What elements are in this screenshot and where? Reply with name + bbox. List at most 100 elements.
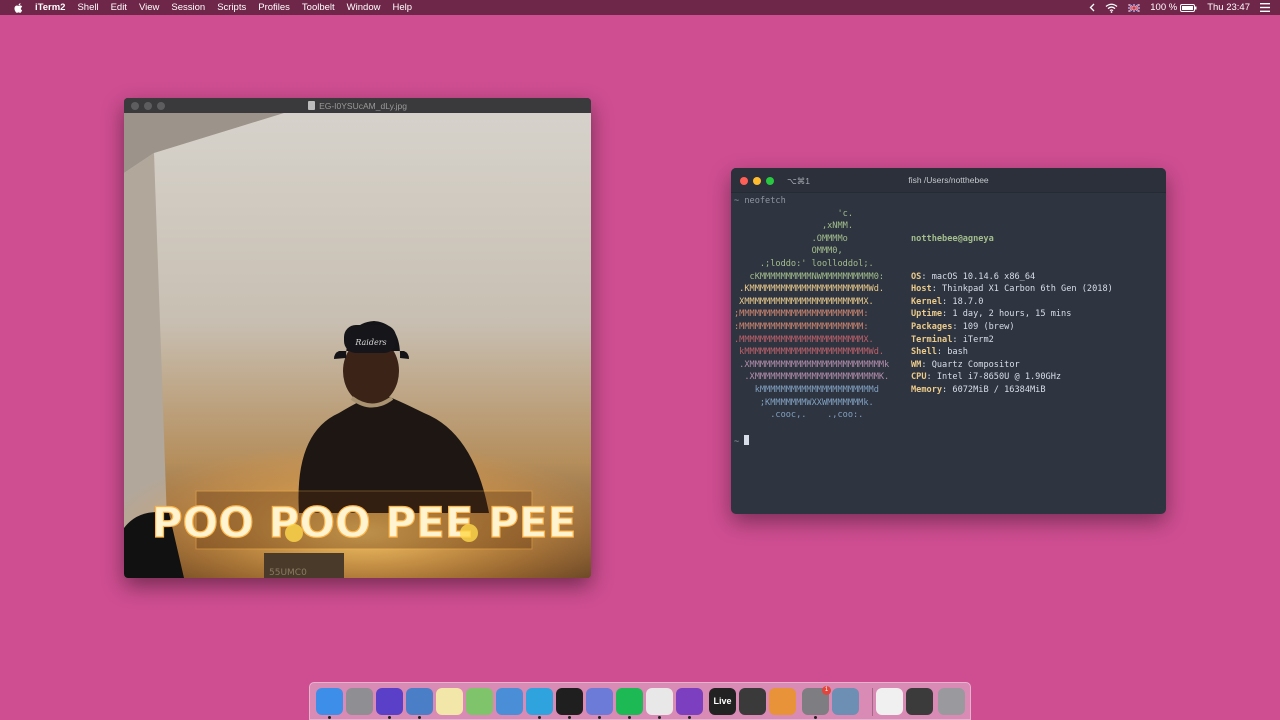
logo-line: ,xNMM. <box>734 221 853 232</box>
documents-stack-icon[interactable] <box>876 688 903 715</box>
telegram-icon[interactable] <box>526 688 553 715</box>
running-indicator <box>628 716 631 719</box>
firefox-icon[interactable] <box>376 688 403 715</box>
app-label: Live <box>713 696 732 706</box>
close-button[interactable] <box>131 102 139 110</box>
minimize-button[interactable] <box>144 102 152 110</box>
menu-help[interactable]: Help <box>392 2 412 13</box>
preview-title: EG-I0YSUcAM_dLy.jpg <box>319 100 407 111</box>
running-indicator <box>538 716 541 719</box>
info-key: Host <box>911 284 932 295</box>
info-row: Shell: bash <box>911 346 1113 359</box>
zoom-button[interactable] <box>157 102 165 110</box>
info-row: Kernel: 18.7.0 <box>911 296 1113 309</box>
dock-separator <box>872 688 873 716</box>
final-cut-icon[interactable] <box>739 688 766 715</box>
affinity-icon[interactable] <box>676 688 703 715</box>
shell-prompt[interactable]: ~ <box>734 435 750 449</box>
menu-bar: iTerm2 Shell Edit View Session Scripts P… <box>0 0 1280 15</box>
uk-flag-icon[interactable] <box>1128 3 1141 12</box>
menu-list-icon[interactable] <box>1260 3 1270 12</box>
chevron-left-icon[interactable] <box>1089 3 1095 12</box>
keychain-icon[interactable] <box>496 688 523 715</box>
maps-icon[interactable] <box>466 688 493 715</box>
terminal-window[interactable]: ⌥⌘1 fish /Users/notthebee ~ neofetch 'c.… <box>731 168 1166 514</box>
logo-line: kMMMMMMMMMMMMMMMMMMMMMMd <box>734 384 879 395</box>
photo: Raiders 55UMC0 POO POO PEE PEE <box>124 113 591 578</box>
terminal-titlebar[interactable]: ⌥⌘1 fish /Users/notthebee <box>731 168 1166 193</box>
menu-scripts[interactable]: Scripts <box>217 2 246 13</box>
info-key: Kernel <box>911 296 943 307</box>
logo-line: XMMMMMMMMMMMMMMMMMMMMMMMX. <box>734 296 874 307</box>
running-indicator <box>388 716 391 719</box>
box-text: 55UMC0 <box>269 568 307 578</box>
close-button[interactable] <box>740 177 748 185</box>
window-controls <box>740 177 779 185</box>
trash-icon[interactable] <box>938 688 965 715</box>
notes-icon[interactable] <box>436 688 463 715</box>
menu-view[interactable]: View <box>139 2 159 13</box>
menu-app-name[interactable]: iTerm2 <box>35 2 65 13</box>
logo-line: .MMMMMMMMMMMMMMMMMMMMMMMMX. <box>734 334 874 345</box>
launchpad-icon[interactable] <box>346 688 373 715</box>
finder-icon[interactable] <box>316 688 343 715</box>
theunarchiver-icon[interactable] <box>769 688 796 715</box>
running-indicator <box>568 716 571 719</box>
menu-shell[interactable]: Shell <box>77 2 98 13</box>
spotify-icon[interactable] <box>616 688 643 715</box>
user-host: notthebee@agneya <box>911 233 994 244</box>
info-row: CPU: Intel i7-8650U @ 1.90GHz <box>911 371 1113 384</box>
info-row: OS: macOS 10.14.6 x86_64 <box>911 271 1113 284</box>
info-key: CPU <box>911 372 927 383</box>
preview-window[interactable]: EG-I0YSUcAM_dLy.jpg Raiders 55UMC0 POO P… <box>124 98 591 578</box>
menu-session[interactable]: Session <box>171 2 205 13</box>
info-row: Uptime: 1 day, 2 hours, 15 mins <box>911 308 1113 321</box>
info-key: OS <box>911 271 922 282</box>
apple-icon[interactable] <box>13 2 25 14</box>
neon-sign-text: POO POO PEE PEE <box>152 498 577 547</box>
menu-profiles[interactable]: Profiles <box>258 2 290 13</box>
discord-icon[interactable] <box>586 688 613 715</box>
info-row: Terminal: iTerm2 <box>911 334 1113 347</box>
minimize-button[interactable] <box>753 177 761 185</box>
info-key: Shell <box>911 347 937 358</box>
info-key: Packages <box>911 321 953 332</box>
menu-toolbelt[interactable]: Toolbelt <box>302 2 335 13</box>
battery-percentage[interactable]: 100 % <box>1150 2 1177 13</box>
ableton-live-icon[interactable]: Live <box>709 688 736 715</box>
terminal-output[interactable]: ~ neofetch 'c. ,xNMM. .OMMMMo OMMM0, .;l… <box>734 195 1160 508</box>
battery-icon[interactable] <box>1180 3 1197 12</box>
menu-edit[interactable]: Edit <box>111 2 127 13</box>
status-area: 100 % Thu 23:47 <box>1079 0 1270 15</box>
image-capture-icon[interactable] <box>832 688 859 715</box>
preview-icon[interactable] <box>406 688 433 715</box>
logo-line: .XMMMMMMMMMMMMMMMMMMMMMMMMMMk <box>734 359 890 370</box>
info-value: : bash <box>936 347 968 358</box>
logo-line: :MMMMMMMMMMMMMMMMMMMMMMMM: <box>734 321 869 332</box>
info-value: : 1 day, 2 hours, 15 mins <box>942 309 1072 320</box>
running-indicator <box>688 716 691 719</box>
screenshots-stack-icon[interactable] <box>906 688 933 715</box>
menu-window[interactable]: Window <box>347 2 381 13</box>
preview-titlebar[interactable]: EG-I0YSUcAM_dLy.jpg <box>124 98 591 113</box>
info-row: Packages: 109 (brew) <box>911 321 1113 334</box>
terminal-title: fish /Users/notthebee <box>908 175 989 185</box>
logo-line: 'c. <box>734 208 853 219</box>
logo-line: ;KMMMMMMMWXXWMMMMMMMk. <box>734 397 874 408</box>
system-info: notthebee@agneya OS: macOS 10.14.6 x86_6… <box>911 208 1113 422</box>
logo-line: .XMMMMMMMMMMMMMMMMMMMMMMMMK. <box>734 372 890 383</box>
system-preferences-icon[interactable]: 1 <box>802 686 831 715</box>
info-key: Terminal <box>911 334 953 345</box>
terminal-icon[interactable] <box>556 688 583 715</box>
running-indicator <box>598 716 601 719</box>
clock[interactable]: Thu 23:47 <box>1207 2 1250 13</box>
logo-line: ;MMMMMMMMMMMMMMMMMMMMMMMM: <box>734 309 869 320</box>
info-row: Memory: 6072MiB / 16384MiB <box>911 384 1113 397</box>
zoom-button[interactable] <box>766 177 774 185</box>
info-key: Uptime <box>911 309 943 320</box>
info-value: : Thinkpad X1 Carbon 6th Gen (2018) <box>931 284 1113 295</box>
info-value: : Intel i7-8650U @ 1.90GHz <box>926 372 1062 383</box>
running-indicator <box>814 716 817 719</box>
wifi-icon[interactable] <box>1105 3 1118 13</box>
keyboard-icon[interactable] <box>646 688 673 715</box>
